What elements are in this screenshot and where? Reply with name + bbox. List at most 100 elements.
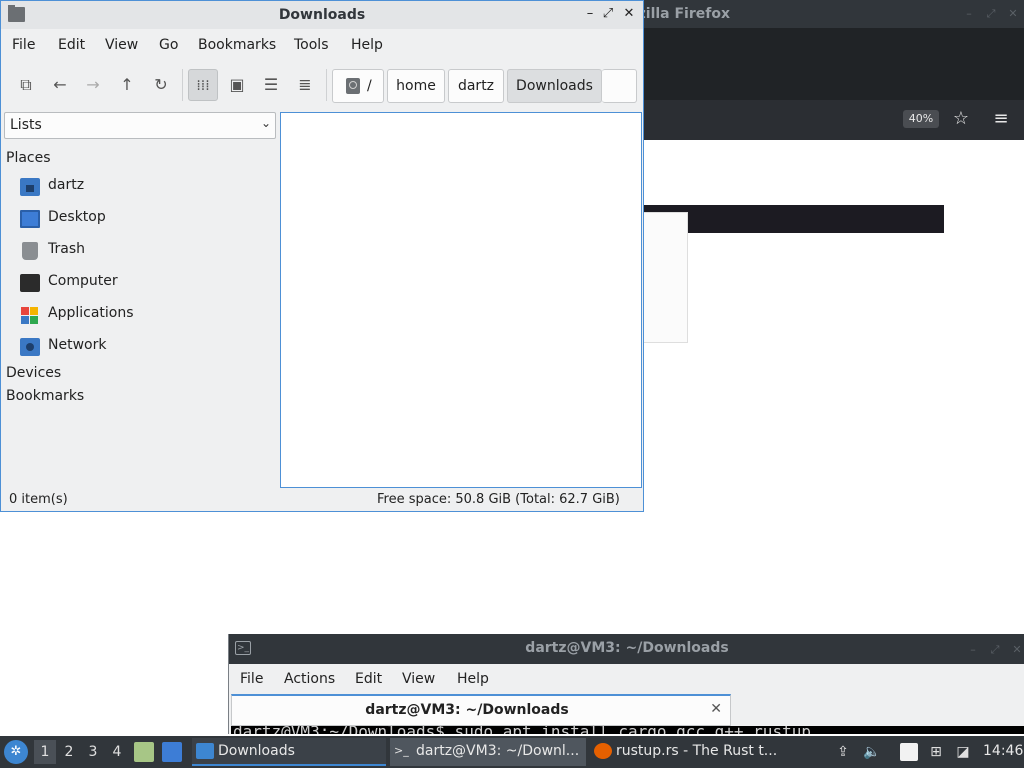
sidebar-item-computer[interactable]: Computer (1, 269, 277, 297)
task-label: dartz@VM3: ~/Downl... (416, 743, 580, 759)
terminal-titlebar[interactable]: >_ dartz@VM3: ~/Downloads – ⤢ ✕ (229, 634, 1024, 664)
show-desktop-icon[interactable] (162, 742, 182, 762)
menu-actions[interactable]: Actions (284, 671, 335, 687)
toolbar-separator (326, 69, 327, 101)
menu-tools[interactable]: Tools (294, 37, 329, 53)
drive-icon (346, 78, 360, 94)
forward-icon[interactable]: → (78, 69, 108, 101)
user-home-icon (20, 178, 40, 196)
sidebar-item-trash[interactable]: Trash (1, 237, 277, 265)
sidebar-item-label: Computer (48, 273, 118, 289)
menu-help[interactable]: Help (457, 671, 489, 687)
desktop-switcher-2[interactable]: 2 (58, 740, 80, 764)
file-manager-launcher-icon[interactable] (134, 742, 154, 762)
close-icon[interactable]: ✕ (1007, 8, 1019, 20)
breadcrumb-dartz[interactable]: dartz (448, 69, 504, 103)
sidebar-item-network[interactable]: Network (1, 333, 277, 361)
reload-icon[interactable]: ↻ (146, 69, 176, 101)
bookmarks-heading[interactable]: Bookmarks (6, 388, 84, 404)
side-pane-mode-select[interactable]: Lists ⌄ (4, 112, 276, 139)
network-icon (20, 338, 40, 356)
taskbar: ✲ 1 2 3 4 Downloads >_ dartz@VM3: ~/Down… (0, 736, 1024, 768)
computer-icon (20, 274, 40, 292)
file-list-view[interactable] (280, 112, 642, 488)
trash-icon (22, 242, 38, 260)
icon-view-icon[interactable]: ⁞⁞⁞ (188, 69, 218, 101)
menu-go[interactable]: Go (159, 37, 178, 53)
terminal-menu-bar: File Actions Edit View Help (229, 666, 1024, 694)
new-window-icon[interactable]: ⧉ (11, 69, 41, 101)
toolbar-separator (182, 69, 183, 101)
menu-view[interactable]: View (402, 671, 435, 687)
breadcrumb-root[interactable]: / (332, 69, 384, 103)
task-terminal[interactable]: >_ dartz@VM3: ~/Downl... (390, 738, 586, 766)
task-firefox[interactable]: rustup.rs - The Rust t... (590, 738, 784, 766)
desktop-switcher-1[interactable]: 1 (34, 740, 56, 764)
maximize-icon[interactable]: ⤢ (601, 7, 615, 21)
firefox-urlbar[interactable] (644, 205, 944, 233)
file-manager-titlebar[interactable]: Downloads – ⤢ ✕ (1, 1, 643, 29)
sidebar-item-label: dartz (48, 177, 85, 193)
bookmark-star-icon[interactable]: ☆ (950, 108, 972, 130)
menu-help[interactable]: Help (351, 37, 383, 53)
update-notifier-icon[interactable]: ◪ (954, 743, 972, 761)
terminal-screen[interactable]: dartz@VM3:~/Downloads$ sudo apt install … (231, 726, 1024, 734)
menu-file[interactable]: File (240, 671, 263, 687)
sidebar-item-label: Network (48, 337, 107, 353)
menu-bookmarks[interactable]: Bookmarks (198, 37, 276, 53)
zoom-level-badge[interactable]: 40% (903, 110, 939, 128)
breadcrumb-home[interactable]: home (387, 69, 445, 103)
desktop-icon (20, 210, 40, 228)
upload-icon[interactable]: ⇪ (834, 743, 852, 761)
menu-edit[interactable]: Edit (58, 37, 85, 53)
side-pane-mode-value: Lists (10, 117, 42, 133)
desktop-switcher-4[interactable]: 4 (106, 740, 128, 764)
terminal-window: >_ dartz@VM3: ~/Downloads – ⤢ ✕ File Act… (228, 634, 1024, 734)
clipboard-icon[interactable] (900, 743, 918, 761)
network-status-icon[interactable]: ⊞ (927, 743, 945, 761)
sidebar-item-desktop[interactable]: Desktop (1, 205, 277, 233)
chevron-down-icon: ⌄ (260, 116, 271, 130)
maximize-icon[interactable]: ⤢ (989, 644, 1001, 656)
status-item-count: 0 item(s) (9, 492, 68, 507)
hamburger-menu-icon[interactable]: ≡ (990, 108, 1012, 130)
up-icon[interactable]: ↑ (112, 69, 142, 101)
desktop-switcher-3[interactable]: 3 (82, 740, 104, 764)
sidebar-item-applications[interactable]: Applications (1, 301, 277, 329)
terminal-tab-label: dartz@VM3: ~/Downloads (365, 702, 569, 718)
places-heading[interactable]: Places (6, 150, 51, 166)
devices-heading[interactable]: Devices (6, 365, 61, 381)
terminal-command-line: dartz@VM3:~/Downloads$ sudo apt install … (233, 726, 811, 734)
menu-bar: File Edit View Go Bookmarks Tools Help (1, 32, 643, 60)
status-free-space: Free space: 50.8 GiB (Total: 62.7 GiB) (377, 492, 620, 507)
menu-view[interactable]: View (105, 37, 138, 53)
sidebar-item-label: Trash (48, 241, 85, 257)
toolbar: ⧉ ← → ↑ ↻ ⁞⁞⁞ ▣ ☰ ≣ / home dartz Downloa… (1, 65, 643, 107)
clock[interactable]: 14:46 (983, 743, 1023, 759)
close-icon[interactable]: ✕ (1011, 644, 1023, 656)
close-icon[interactable]: ✕ (622, 7, 636, 21)
task-label: rustup.rs - The Rust t... (616, 743, 778, 759)
folder-icon (196, 743, 214, 759)
sidebar-item-label: Desktop (48, 209, 106, 225)
menu-file[interactable]: File (12, 37, 35, 53)
firefox-icon (594, 743, 612, 759)
detailed-list-view-icon[interactable]: ≣ (290, 69, 320, 101)
back-icon[interactable]: ← (45, 69, 75, 101)
breadcrumb-root-label: / (367, 78, 372, 94)
sidebar-item-dartz[interactable]: dartz (1, 173, 277, 201)
thumbnail-view-icon[interactable]: ▣ (222, 69, 252, 101)
window-title: Downloads (278, 7, 366, 23)
minimize-icon[interactable]: – (967, 644, 979, 656)
compact-view-icon[interactable]: ☰ (256, 69, 286, 101)
menu-edit[interactable]: Edit (355, 671, 382, 687)
minimize-icon[interactable]: – (583, 7, 597, 21)
minimize-icon[interactable]: – (963, 8, 975, 20)
close-tab-icon[interactable]: ✕ (710, 701, 722, 717)
task-downloads[interactable]: Downloads (192, 738, 386, 766)
breadcrumb-downloads[interactable]: Downloads (507, 69, 602, 103)
volume-icon[interactable]: 🔈 (863, 743, 881, 761)
terminal-tab[interactable]: dartz@VM3: ~/Downloads ✕ (231, 694, 731, 726)
start-menu-icon[interactable]: ✲ (4, 740, 28, 764)
maximize-icon[interactable]: ⤢ (985, 8, 997, 20)
